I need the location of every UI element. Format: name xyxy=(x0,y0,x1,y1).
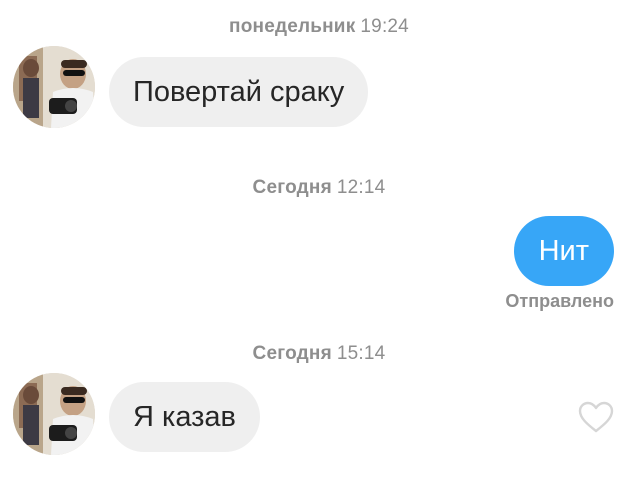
message-status: Отправлено xyxy=(505,291,614,311)
timestamp-time: 12:14 xyxy=(336,177,386,198)
timestamp-separator: Сегодня 15:14 xyxy=(0,343,638,365)
incoming-message-bubble[interactable]: Повертай сраку xyxy=(109,57,369,127)
incoming-message-bubble[interactable]: Я казав xyxy=(109,382,260,452)
message-text: Повертай сраку xyxy=(133,75,345,108)
outgoing-message-bubble[interactable]: Нит xyxy=(513,216,614,286)
timestamp-day: Сегодня xyxy=(252,343,332,364)
user-avatar-photo xyxy=(13,46,95,128)
timestamp-day: понедельник xyxy=(229,16,356,37)
message-text: Нит xyxy=(538,234,589,267)
avatar[interactable] xyxy=(13,373,95,455)
timestamp-time: 15:14 xyxy=(336,343,386,364)
timestamp-time: 19:24 xyxy=(360,16,409,37)
timestamp-day: Сегодня xyxy=(252,177,332,198)
message-text: Я казав xyxy=(133,400,236,433)
timestamp-separator: Сегодня 12:14 xyxy=(0,177,638,199)
avatar[interactable] xyxy=(13,46,95,128)
timestamp-separator: понедельник 19:24 xyxy=(0,16,638,38)
heart-outline-icon[interactable] xyxy=(577,400,615,434)
user-avatar-photo xyxy=(13,373,95,455)
